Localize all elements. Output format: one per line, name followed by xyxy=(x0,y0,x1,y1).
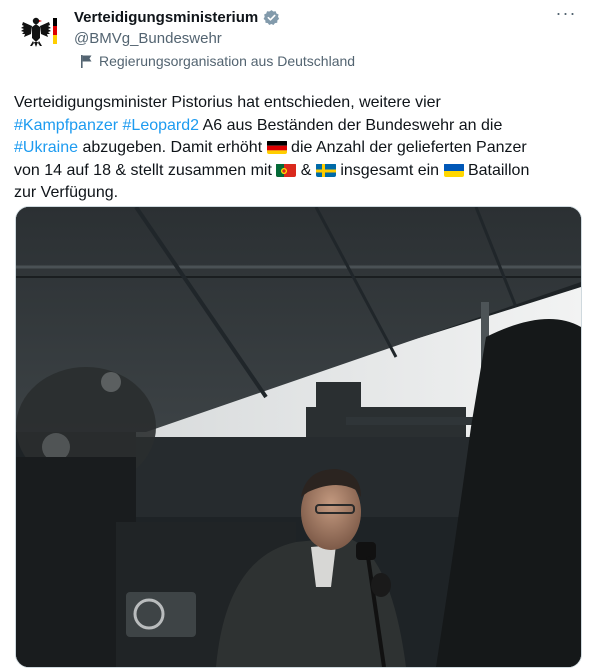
portugal-flag-icon xyxy=(276,163,297,177)
more-options-button[interactable]: ··· xyxy=(555,3,577,26)
text-line-4a: von 14 auf 18 & stellt zusammen mit xyxy=(14,161,277,179)
text-line-4d: Bataillon xyxy=(463,161,530,179)
hashtag-kampfpanzer[interactable]: #Kampfpanzer xyxy=(14,117,118,134)
verified-badge-icon xyxy=(263,9,280,26)
flag-icon xyxy=(81,55,92,68)
ukraine-flag-icon xyxy=(443,163,464,177)
sweden-flag-icon xyxy=(315,163,336,177)
tweet-photo[interactable] xyxy=(15,206,582,668)
text-line-4b: & xyxy=(296,161,316,179)
text-line-3b: die Anzahl der gelieferten Panzer xyxy=(286,139,527,157)
germany-flag-icon xyxy=(266,140,287,155)
hashtag-leopard2[interactable]: #Leopard2 xyxy=(123,117,200,134)
account-handle[interactable]: @BMVg_Bundeswehr xyxy=(74,30,222,47)
account-name-row[interactable]: Verteidigungsministerium xyxy=(74,9,280,26)
text-line-2: A6 aus Beständen der Bundeswehr an die xyxy=(199,116,503,134)
text-line-4c: insgesamt ein xyxy=(335,161,444,179)
account-name[interactable]: Verteidigungsministerium xyxy=(74,9,258,26)
government-label-text: Regierungsorganisation aus Deutschland xyxy=(99,53,356,69)
hashtag-ukraine[interactable]: #Ukraine xyxy=(14,139,78,156)
federal-eagle-icon xyxy=(21,17,57,47)
more-icon: ··· xyxy=(555,3,577,23)
tweet: Verteidigungsministerium @BMVg_Bundesweh… xyxy=(0,0,595,668)
text-line-5: zur Verfügung. xyxy=(14,184,119,202)
photo-scene xyxy=(16,207,581,667)
government-label: Regierungsorganisation aus Deutschland xyxy=(80,53,355,69)
account-avatar[interactable] xyxy=(14,8,60,54)
tweet-text: Verteidigungsminister Pistorius hat ents… xyxy=(14,92,580,205)
text-line-3a: abzugeben. Damit erhöht xyxy=(78,139,267,157)
text-line-1: Verteidigungsminister Pistorius hat ents… xyxy=(14,94,441,111)
